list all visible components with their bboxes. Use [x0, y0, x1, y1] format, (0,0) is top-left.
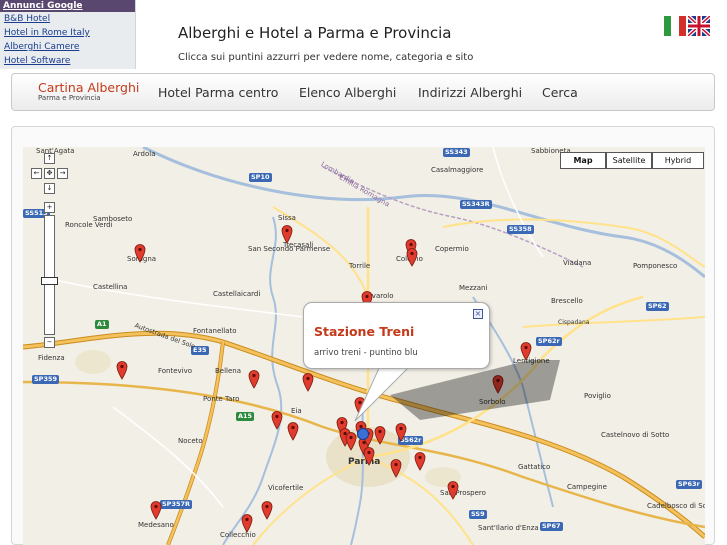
road-shield: SP357R — [160, 500, 193, 509]
map-label: Casalmaggiore — [431, 166, 484, 174]
hotel-marker-pin-icon[interactable] — [414, 451, 426, 471]
nav-cerca[interactable]: Cerca — [542, 85, 578, 100]
infowindow-title: Stazione Treni — [314, 324, 415, 339]
hotel-marker-pin-icon[interactable] — [271, 410, 283, 430]
road-shield: SP359 — [32, 375, 60, 384]
ad-link-alberghi-camere[interactable]: Alberghi Camere — [0, 40, 135, 54]
hotel-marker-pin-icon[interactable] — [363, 446, 375, 466]
map-label: Fidenza — [38, 354, 65, 362]
road-shield: SS343 — [443, 148, 470, 157]
road-shield: SS343R — [460, 200, 492, 209]
close-icon[interactable]: × — [473, 309, 483, 319]
zoom-out-icon[interactable]: − — [44, 337, 55, 348]
ad-link-hotel-software[interactable]: Hotel Software — [0, 54, 135, 68]
map-infowindow: Stazione Treni arrivo treni - puntino bl… — [303, 302, 490, 369]
pan-down-icon[interactable]: ↓ — [44, 183, 55, 194]
map-label: Ardola — [133, 150, 156, 158]
main-navigation: Cartina Alberghi Parma e Provincia Hotel… — [11, 73, 715, 111]
map-label: Copermio — [435, 245, 469, 253]
hotel-marker-pin-icon[interactable] — [150, 500, 162, 520]
nav-indirizzi-alberghi[interactable]: Indirizzi Alberghi — [418, 85, 522, 100]
map-label: Mezzani — [459, 284, 488, 292]
zoom-slider-track[interactable] — [44, 215, 55, 335]
road-shield: SS358 — [507, 225, 534, 234]
pan-left-icon[interactable]: ← — [31, 168, 42, 179]
map-label: Viadana — [563, 259, 592, 267]
hotel-marker-pin-icon[interactable] — [134, 243, 146, 263]
map-label: Gattatico — [518, 463, 551, 471]
zoom-slider-handle[interactable] — [41, 277, 58, 285]
map-label: Pomponesco — [633, 262, 678, 270]
infowindow-tail — [354, 366, 411, 422]
map-label: Noceto — [178, 437, 203, 445]
road-shield: SP10 — [249, 173, 272, 182]
hotel-marker-pin-icon[interactable] — [374, 425, 386, 445]
map-label: Sant'Ilario d'Enza — [478, 524, 539, 532]
ad-link-hotel-rome[interactable]: Hotel in Rome Italy — [0, 26, 135, 40]
map-label: Castellaicardi — [213, 290, 261, 298]
road-shield: A15 — [236, 412, 255, 421]
train-station-marker-icon[interactable] — [356, 426, 369, 446]
hotel-marker-pin-icon[interactable] — [281, 224, 293, 244]
ad-link-bb-hotel[interactable]: B&B Hotel — [0, 12, 135, 26]
zoom-in-icon[interactable]: + — [44, 202, 55, 213]
ads-header[interactable]: Annunci Google — [0, 0, 135, 12]
map-label: Fontevivo — [158, 367, 193, 375]
map-label: Torrile — [349, 262, 371, 270]
map-label: Brescello — [551, 297, 583, 305]
map-label: Poviglio — [584, 392, 611, 400]
nav-brand-subtitle: Parma e Provincia — [38, 94, 101, 102]
map-label: Ponte Taro — [203, 395, 240, 403]
map-label: Castelnovo di Sotto — [601, 431, 670, 439]
map-type-satellite-button[interactable]: Satellite — [606, 152, 652, 169]
nav-brand-cartina[interactable]: Cartina Alberghi Parma e Provincia — [38, 81, 139, 103]
map-label: Medesano — [138, 521, 174, 529]
map-type-hybrid-button[interactable]: Hybrid — [652, 152, 704, 169]
google-ads-box: Annunci Google B&B Hotel Hotel in Rome I… — [0, 0, 136, 69]
pan-up-icon[interactable]: ↑ — [44, 153, 55, 164]
map-label: Fontanellato — [193, 327, 237, 335]
nav-elenco-alberghi[interactable]: Elenco Alberghi — [299, 85, 396, 100]
page-title: Alberghi e Hotel a Parma e Provincia — [178, 24, 452, 42]
map-label: Sant'Agata — [36, 147, 75, 155]
map-label: Castellina — [93, 283, 128, 291]
hotel-marker-pin-icon[interactable] — [390, 458, 402, 478]
pan-center-icon[interactable]: ✥ — [44, 168, 55, 179]
map-label: Sissa — [278, 214, 296, 222]
hotel-marker-pin-icon[interactable] — [116, 360, 128, 380]
nav-hotel-parma-centro[interactable]: Hotel Parma centro — [158, 85, 278, 100]
hotel-marker-pin-icon[interactable] — [248, 369, 260, 389]
hotel-marker-pin-icon[interactable] — [447, 480, 459, 500]
road-shield: SP67 — [540, 522, 563, 531]
map-label: Bellena — [215, 367, 242, 375]
pan-right-icon[interactable]: → — [57, 168, 68, 179]
infowindow-text: arrivo treni - puntino blu — [314, 348, 418, 358]
hotel-marker-pin-icon[interactable] — [241, 513, 253, 533]
road-shield: SP63r — [676, 480, 702, 489]
map-label: Roncole Verdi — [65, 221, 113, 229]
hotel-marker-pin-icon[interactable] — [287, 421, 299, 441]
italian-flag-icon[interactable] — [664, 16, 686, 36]
hotel-marker-pin-icon[interactable] — [302, 372, 314, 392]
road-shield: SP62 — [646, 302, 669, 311]
map-type-map-button[interactable]: Map — [560, 152, 606, 169]
road-shield: SS9 — [469, 510, 487, 519]
map-label: Eia — [291, 407, 302, 415]
map-label: Vicofertile — [268, 484, 304, 492]
uk-flag-icon[interactable] — [688, 16, 710, 36]
page-subtitle: Clicca sui puntini azzurri per vedere no… — [178, 52, 474, 63]
nav-brand-title: Cartina Alberghi — [38, 80, 140, 95]
map-label: Campegine — [567, 483, 607, 491]
hotel-marker-pin-icon[interactable] — [261, 500, 273, 520]
map-label: Cadelbosco di Sopra — [647, 502, 705, 510]
map-feature-label: Cispadana — [558, 319, 590, 326]
hotel-marker-pin-icon[interactable] — [406, 247, 418, 267]
road-shield: A1 — [95, 320, 109, 329]
